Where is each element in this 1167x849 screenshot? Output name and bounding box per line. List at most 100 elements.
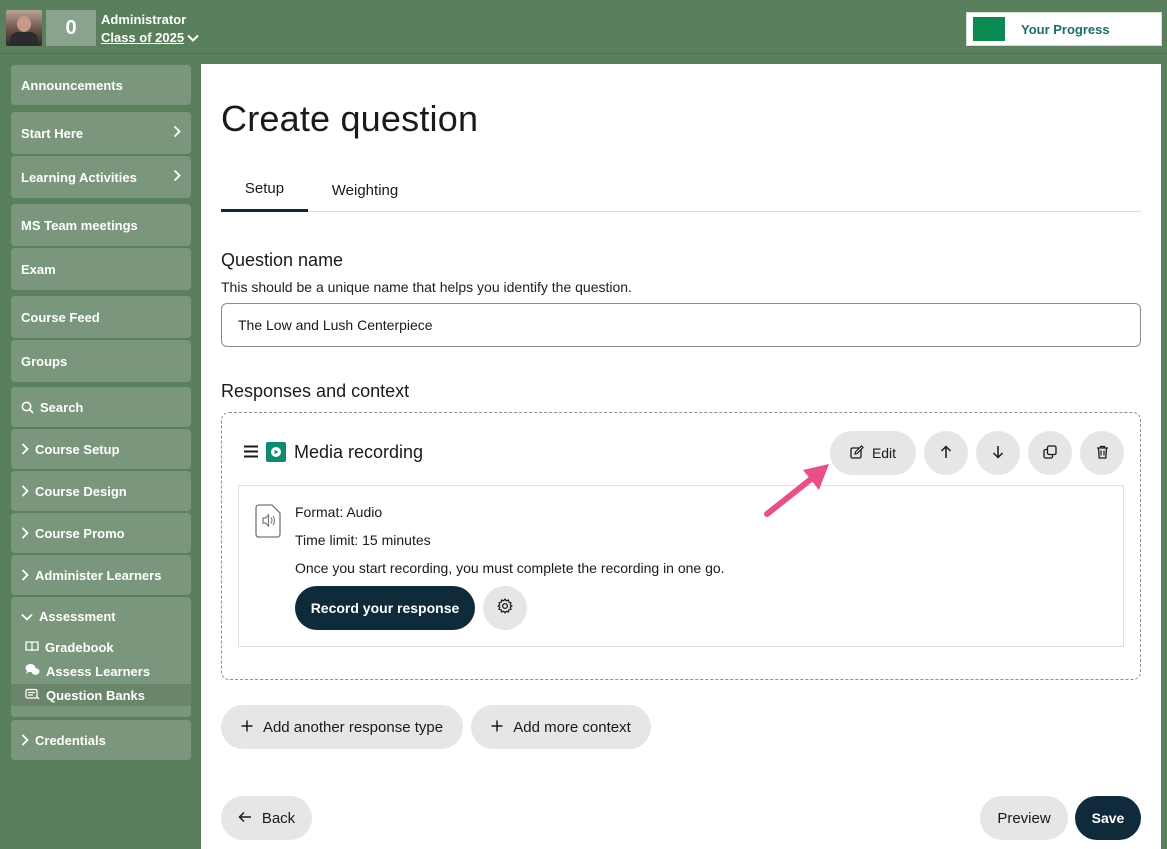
save-button[interactable]: Save [1075, 796, 1141, 840]
button-label: Back [261, 809, 296, 827]
copy-icon [1043, 444, 1057, 462]
chat-bubbles-icon [25, 663, 40, 679]
move-up-button[interactable] [924, 431, 968, 475]
record-response-button[interactable]: Record your response [295, 586, 475, 630]
arrow-up-icon [940, 444, 952, 462]
responses-heading: Responses and context [221, 381, 410, 401]
chevron-right-icon [173, 125, 181, 141]
chevron-right-icon [21, 443, 29, 455]
annotation-arrow-icon [757, 454, 837, 529]
audio-file-icon [255, 504, 281, 543]
sidebar-item-course-design[interactable]: Course Design [11, 471, 191, 511]
button-label: Add another response type [262, 718, 444, 736]
search-icon [21, 401, 34, 414]
add-response-type-button[interactable]: Add another response type [221, 705, 463, 749]
sidebar-item-label: Assess Learners [46, 663, 151, 679]
sidebar-item-groups[interactable]: Groups [11, 340, 191, 382]
response-preview-card: Format: Audio Time limit: 15 minutes Onc… [238, 485, 1124, 647]
tab-weighting[interactable]: Weighting [321, 168, 409, 212]
avatar[interactable] [6, 10, 42, 46]
plus-icon [241, 719, 253, 736]
tab-label: Setup [244, 180, 285, 197]
progress-fill [973, 17, 1005, 41]
sidebar-item-course-setup[interactable]: Course Setup [11, 429, 191, 469]
sidebar-item-label: Course Setup [35, 441, 120, 457]
sidebar-item-label: Learning Activities [21, 169, 137, 185]
sidebar-subitem-assess-learners[interactable]: Assess Learners [11, 660, 191, 682]
sidebar-item-label: Gradebook [45, 639, 114, 655]
delete-button[interactable] [1080, 431, 1124, 475]
question-name-help: This should be a unique name that helps … [221, 279, 632, 295]
chevron-right-icon [21, 569, 29, 581]
add-context-button[interactable]: Add more context [471, 705, 651, 749]
progress-widget[interactable]: Your Progress [966, 12, 1162, 46]
top-bar: 0 Administrator Class of 2025 Your Progr… [0, 0, 1167, 54]
arrow-left-icon [238, 810, 252, 827]
sidebar-item-administer-learners[interactable]: Administer Learners [11, 555, 191, 595]
chevron-down-icon [21, 609, 33, 624]
sidebar-item-label: Credentials [35, 732, 106, 748]
sidebar-item-label: Course Promo [35, 525, 125, 541]
sidebar-item-course-promo[interactable]: Course Promo [11, 513, 191, 553]
chevron-right-icon [21, 485, 29, 497]
sidebar-item-label: Exam [21, 261, 56, 277]
trash-icon [1096, 445, 1109, 462]
move-down-button[interactable] [976, 431, 1020, 475]
recording-settings-button[interactable] [483, 586, 527, 630]
sidebar-group-assessment: Assessment Gradebook Assess Learners Que… [11, 597, 191, 717]
sidebar-item-label: Question Banks [46, 687, 145, 703]
chevron-down-icon [187, 30, 199, 45]
edit-button[interactable]: Edit [830, 431, 916, 475]
page-title: Create question [221, 98, 479, 139]
format-text: Format: Audio [295, 504, 383, 520]
arrow-down-icon [992, 445, 1004, 462]
tab-setup[interactable]: Setup [221, 168, 308, 212]
response-block: Media recording Edit Format: Audio Time … [221, 412, 1141, 680]
sidebar-subitem-gradebook[interactable]: Gradebook [11, 636, 191, 658]
sidebar-item-exam[interactable]: Exam [11, 248, 191, 290]
sidebar-item-label: Administer Learners [35, 567, 162, 583]
pencil-icon [850, 444, 864, 462]
drag-handle-icon[interactable] [244, 445, 258, 463]
tab-label: Weighting [331, 181, 399, 199]
question-name-heading: Question name [221, 250, 344, 270]
chevron-right-icon [21, 527, 29, 539]
preview-button[interactable]: Preview [980, 796, 1068, 840]
chevron-right-icon [21, 734, 29, 746]
media-recording-icon [266, 442, 286, 462]
duplicate-button[interactable] [1028, 431, 1072, 475]
response-title: Media recording [294, 442, 424, 462]
class-selector-label: Class of 2025 [101, 30, 185, 45]
sidebar-item-label: MS Team meetings [21, 217, 138, 233]
plus-icon [491, 719, 503, 736]
sidebar-item-search[interactable]: Search [11, 387, 191, 427]
book-icon [25, 640, 39, 655]
tab-bar: Setup Weighting [221, 168, 1141, 212]
sidebar-item-label: Start Here [21, 125, 84, 141]
sidebar-item-label: Search [40, 399, 84, 415]
points-badge: 0 [46, 10, 96, 46]
sidebar-item-announcements[interactable]: Announcements [11, 65, 191, 105]
user-role: Administrator [101, 12, 187, 27]
back-button[interactable]: Back [221, 796, 312, 840]
sidebar-item-course-feed[interactable]: Course Feed [11, 296, 191, 338]
time-limit-text: Time limit: 15 minutes [295, 532, 431, 548]
sidebar-item-label: Course Design [35, 483, 127, 499]
main-panel: Create question Setup Weighting Question… [201, 64, 1161, 849]
sidebar-item-label: Announcements [21, 77, 123, 93]
chevron-right-icon [173, 169, 181, 185]
sidebar-item-label: Assessment [39, 609, 116, 624]
sidebar-item-ms-team-meetings[interactable]: MS Team meetings [11, 204, 191, 246]
sidebar-item-assessment[interactable]: Assessment [21, 609, 116, 624]
class-selector[interactable]: Class of 2025 [101, 30, 199, 45]
button-label: Preview [997, 809, 1051, 827]
button-label: Add more context [513, 718, 631, 736]
sidebar-subitem-question-banks[interactable]: Question Banks [11, 684, 191, 706]
sidebar-item-credentials[interactable]: Credentials [11, 720, 191, 760]
sidebar-item-label: Groups [21, 353, 68, 369]
recording-notice: Once you start recording, you must compl… [295, 560, 725, 576]
progress-label: Your Progress [1021, 21, 1110, 37]
sidebar-item-start-here[interactable]: Start Here [11, 112, 191, 154]
sidebar-item-learning-activities[interactable]: Learning Activities [11, 156, 191, 198]
question-name-input[interactable] [221, 303, 1141, 347]
